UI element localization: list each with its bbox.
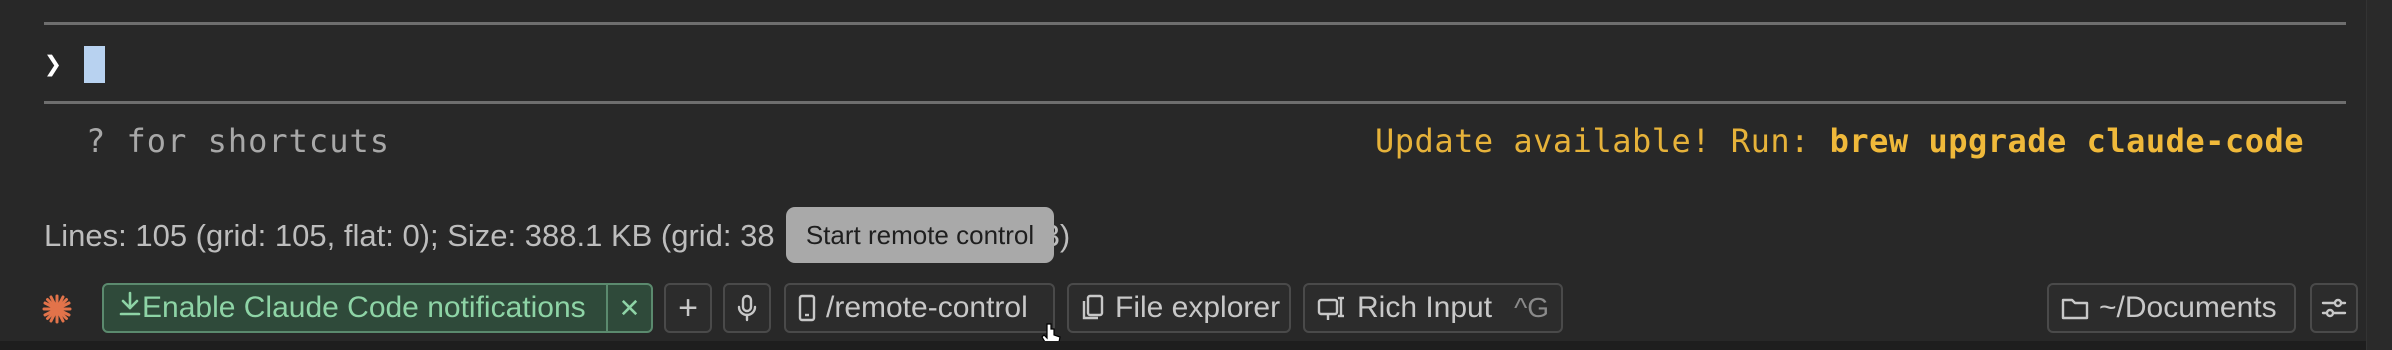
update-notice: Update available! Run: brew upgrade clau… — [1375, 122, 2304, 160]
add-button[interactable]: + — [664, 283, 712, 333]
download-icon — [118, 291, 142, 325]
text-cursor — [84, 45, 105, 83]
shortcuts-hint: ? for shortcuts — [86, 122, 390, 160]
remote-control-button[interactable]: /remote-control — [784, 283, 1055, 333]
microphone-button[interactable] — [723, 283, 771, 333]
scrollbar[interactable] — [2366, 0, 2392, 350]
file-explorer-button[interactable]: File explorer — [1067, 283, 1291, 333]
input-prompt[interactable]: ❯ — [44, 43, 105, 85]
file-explorer-label: File explorer — [1115, 291, 1281, 324]
buffer-stats-text: Lines: 105 (grid: 105, flat: 0); Size: 3… — [44, 218, 775, 253]
microphone-icon — [737, 294, 757, 322]
working-directory-label: ~/Documents — [2099, 291, 2277, 324]
files-icon — [1081, 294, 1105, 322]
phone-icon — [798, 294, 816, 322]
rich-input-shortcut: ^G — [1514, 292, 1549, 323]
close-icon: ✕ — [618, 292, 641, 323]
enable-notifications-label: Enable Claude Code notifications — [142, 291, 586, 324]
rich-input-label: Rich Input — [1357, 291, 1493, 324]
bottom-toolbar: Enable Claude Code notifications ✕ + /re… — [0, 283, 2392, 333]
update-prefix: Update available! Run: — [1375, 122, 1830, 160]
sliders-icon — [2321, 298, 2347, 318]
working-directory-button[interactable]: ~/Documents — [2047, 283, 2296, 333]
rich-input-icon — [1317, 294, 1347, 322]
update-command: brew upgrade claude-code — [1829, 122, 2304, 160]
plus-icon: + — [678, 288, 698, 327]
enable-notifications-button[interactable]: Enable Claude Code notifications — [104, 285, 606, 331]
divider-bottom — [44, 101, 2346, 104]
enable-notifications-chip: Enable Claude Code notifications ✕ — [102, 283, 653, 333]
folder-icon — [2061, 296, 2089, 320]
prompt-chevron-icon: ❯ — [44, 46, 63, 82]
divider-top — [44, 22, 2346, 25]
settings-button[interactable] — [2310, 283, 2358, 333]
remote-control-label: /remote-control — [826, 291, 1028, 324]
claude-sparkle-icon[interactable] — [42, 294, 72, 324]
rich-input-button[interactable]: Rich Input ^G — [1303, 283, 1563, 333]
dismiss-notifications-button[interactable]: ✕ — [608, 285, 651, 331]
tooltip: Start remote control — [786, 207, 1054, 263]
bottom-edge — [0, 341, 2392, 350]
terminal-window: ❯ ? for shortcuts Update available! Run:… — [0, 0, 2392, 350]
